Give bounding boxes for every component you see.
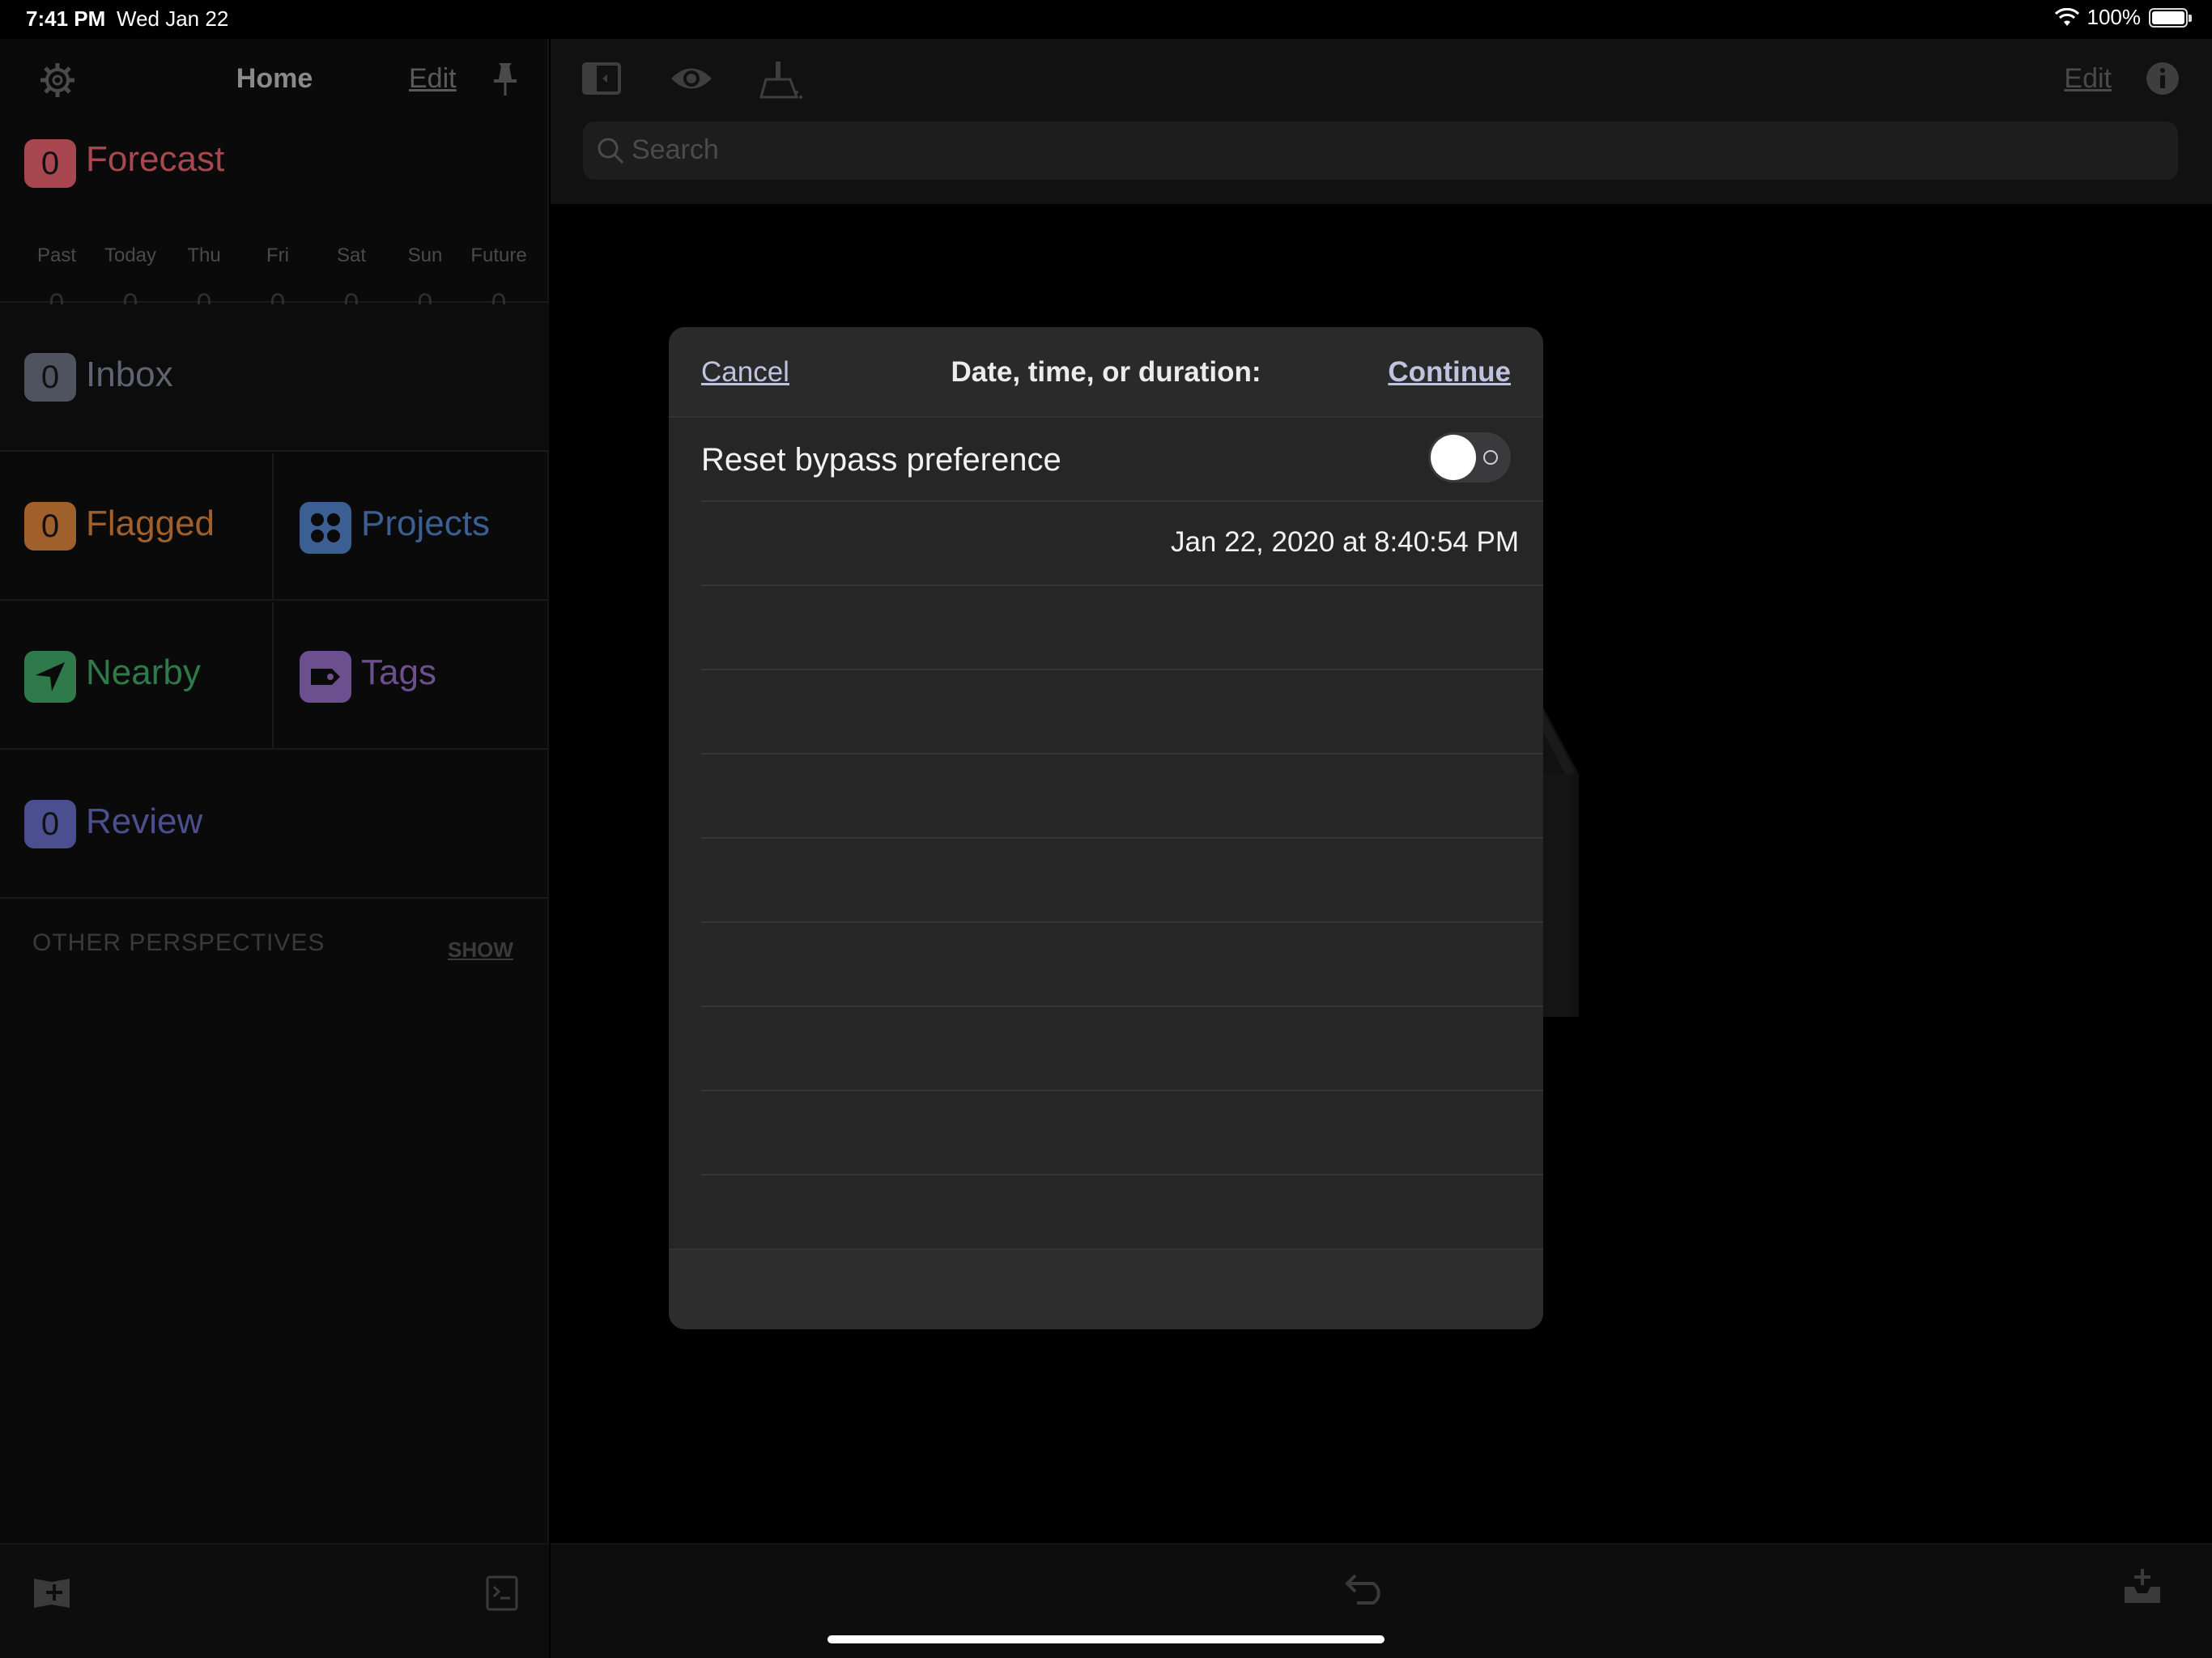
other-perspectives-heading: OTHER PERSPECTIVES (32, 929, 325, 956)
reset-bypass-label: Reset bypass preference (701, 442, 1061, 478)
toggle-off-indicator (1483, 450, 1498, 465)
forecast-day-name: Sat (336, 244, 367, 266)
show-perspectives-button[interactable]: SHOW (448, 937, 513, 963)
inbox-count-badge: 0 (24, 353, 76, 402)
dialog-header: Cancel Date, time, or duration: Continue (669, 327, 1543, 418)
undo-icon[interactable] (1344, 1567, 1389, 1606)
status-time: 7:41 PM (26, 6, 106, 31)
sidebar: Home Edit 0 Forecast Past 0 Today 0 Thu … (0, 39, 549, 1658)
wifi-icon (2054, 7, 2079, 26)
forecast-day-name: Sun (407, 244, 443, 266)
tags-tile[interactable]: Tags (275, 602, 549, 750)
flagged-tile[interactable]: 0 Flagged (0, 453, 274, 601)
reset-bypass-row: Reset bypass preference (701, 418, 1543, 502)
review-tile[interactable]: 0 Review (0, 751, 549, 899)
forecast-label: Forecast (86, 139, 225, 179)
pin-icon[interactable] (491, 62, 520, 97)
location-arrow-icon (24, 651, 76, 703)
home-indicator[interactable] (827, 1635, 1385, 1643)
tags-label: Tags (361, 653, 436, 692)
status-right: 100% (2054, 5, 2192, 30)
review-count-badge: 0 (24, 800, 76, 848)
dialog-footer (669, 1248, 1543, 1329)
forecast-count-badge: 0 (24, 139, 76, 188)
forecast-tile[interactable]: 0 Forecast Past 0 Today 0 Thu 0 Fri 0 Sa… (0, 120, 549, 319)
date-row[interactable]: Jan 22, 2020 at 8:40:54 PM (701, 502, 1543, 586)
flagged-count-badge: 0 (24, 502, 76, 551)
status-date: Wed Jan 22 (117, 6, 229, 31)
forecast-day-name: Today (104, 244, 157, 266)
empty-row (701, 839, 1543, 923)
projects-icon (300, 502, 351, 554)
sidebar-edit-button[interactable]: Edit (409, 63, 457, 95)
eye-icon[interactable] (669, 60, 714, 97)
search-input[interactable]: Search (632, 134, 719, 166)
clean-up-broom-icon[interactable] (756, 60, 805, 100)
nearby-label: Nearby (86, 653, 201, 692)
empty-row (701, 1007, 1543, 1091)
search-icon (598, 138, 624, 164)
sidebar-nav-bar: Home Edit (0, 39, 549, 120)
flagged-label: Flagged (86, 504, 215, 543)
sidebar-toolbar (0, 1543, 549, 1658)
projects-label: Projects (361, 504, 490, 543)
empty-row (701, 670, 1543, 755)
forecast-day-name: Thu (187, 244, 221, 266)
toggle-knob (1431, 435, 1476, 480)
quick-entry-inbox-icon[interactable] (2123, 1567, 2162, 1605)
tag-icon (300, 651, 351, 703)
add-perspective-icon[interactable] (31, 1575, 73, 1611)
forecast-day-name: Future (470, 244, 527, 266)
projects-tile[interactable]: Projects (275, 453, 549, 601)
continue-button[interactable]: Continue (1388, 356, 1511, 389)
date-prompt-dialog: Cancel Date, time, or duration: Continue… (669, 327, 1543, 1329)
inbox-tile[interactable]: 0 Inbox (0, 304, 549, 452)
sidebar-title: Home (236, 63, 313, 94)
sidebar-row-flagged-projects: 0 Flagged Projects (0, 453, 549, 601)
main-edit-button[interactable]: Edit (2064, 63, 2112, 95)
forecast-day-name: Past (36, 244, 77, 266)
empty-row (701, 923, 1543, 1007)
battery-percent: 100% (2087, 5, 2142, 29)
battery-icon (2149, 7, 2192, 28)
empty-row (701, 586, 1543, 670)
review-label: Review (86, 801, 203, 841)
status-bar: 7:41 PM Wed Jan 22 100% (0, 0, 2212, 39)
empty-row (701, 1091, 1543, 1175)
empty-row (701, 755, 1543, 839)
console-icon[interactable] (486, 1575, 518, 1611)
sidebar-row-nearby-tags: Nearby Tags (0, 602, 549, 750)
forecast-day-name: Fri (266, 244, 289, 266)
sidebar-toggle-icon[interactable] (581, 60, 622, 97)
search-field[interactable]: Search (583, 121, 2178, 180)
date-value: Jan 22, 2020 at 8:40:54 PM (1170, 526, 1519, 558)
nearby-tile[interactable]: Nearby (0, 602, 274, 750)
main-header: Edit Search (551, 39, 2212, 204)
info-icon[interactable] (2144, 60, 2181, 97)
inbox-label: Inbox (86, 355, 173, 394)
reset-bypass-toggle[interactable] (1428, 432, 1511, 483)
